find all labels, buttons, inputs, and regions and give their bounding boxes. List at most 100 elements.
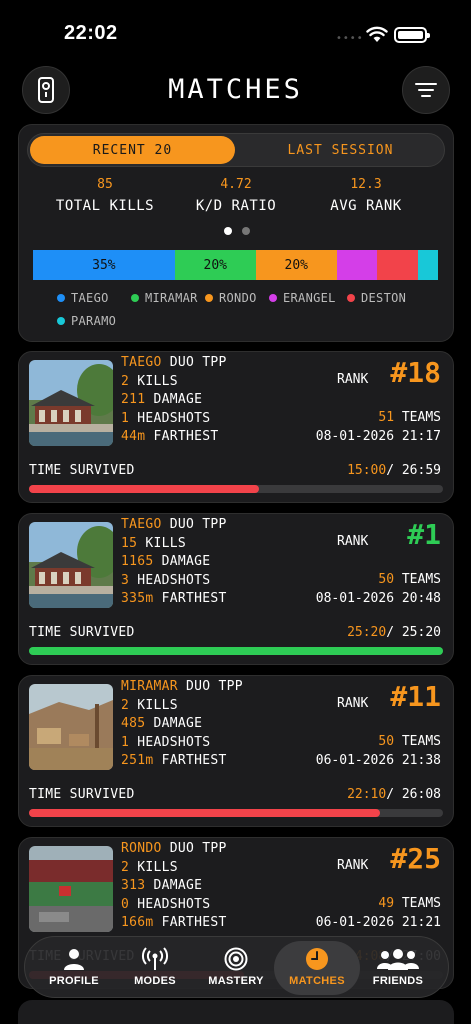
stat-value: 85 <box>97 177 113 192</box>
headshots-value: 1 <box>121 735 130 750</box>
match-card[interactable]: TAEGO DUO TPP 2 KILLS 211 DAMAGE 1 HEADSHOT… <box>18 351 454 503</box>
stat-value: 12.3 <box>350 177 382 192</box>
damage-line: 211 DAMAGE <box>121 392 202 407</box>
map-distribution-bar: 35% 20% 20% <box>33 250 438 280</box>
map-thumbnail <box>29 360 113 446</box>
legend-label: PARAMO <box>71 314 117 328</box>
map-name: TAEGO <box>121 517 162 532</box>
tab-label: PROFILE <box>49 975 99 987</box>
match-mode: DUO TPP <box>186 679 243 694</box>
tab-mastery[interactable]: MASTERY <box>193 941 279 995</box>
status-bar: 22:02 •••• <box>0 0 471 60</box>
distribution-segment-deston <box>377 250 418 280</box>
battery-icon <box>394 27 430 43</box>
damage-value: 313 <box>121 878 146 893</box>
tab-bar: PROFILE MODES MASTERY MATCHES FRIENDS <box>24 936 449 998</box>
survival-progress-track <box>29 485 443 493</box>
match-date: 06-01-2026 21:21 <box>315 915 441 930</box>
damage-line: 313 DAMAGE <box>121 878 202 893</box>
distribution-segment-erangel <box>336 250 378 280</box>
time-survived-values: 22:10/ 26:08 <box>347 787 441 802</box>
teams-line: 51 TEAMS <box>378 410 441 425</box>
farthest-label: FARTHEST <box>153 429 219 444</box>
teams-line: 50 TEAMS <box>378 572 441 587</box>
legend-label: ERANGEL <box>283 291 336 305</box>
tab-label: FRIENDS <box>372 975 424 987</box>
headshots-value: 1 <box>121 411 130 426</box>
legend-dot <box>57 294 65 302</box>
stat-label: TOTAL KILLS <box>55 198 155 214</box>
teams-line: 49 TEAMS <box>378 896 441 911</box>
tab-matches[interactable]: MATCHES <box>274 941 360 995</box>
time-survived: 25:20 <box>347 625 387 640</box>
page-indicator[interactable] <box>19 227 455 235</box>
headshots-label: HEADSHOTS <box>137 735 211 750</box>
teams-label: TEAMS <box>401 896 441 911</box>
map-thumbnail <box>29 684 113 770</box>
time-survived: 15:00 <box>347 463 387 478</box>
tab-friends[interactable]: FRIENDS <box>355 941 441 995</box>
map-name: TAEGO <box>121 355 162 370</box>
rank-label: RANK <box>337 534 369 549</box>
damage-label: DAMAGE <box>153 392 203 407</box>
teams-value: 50 <box>378 572 395 587</box>
rank-value: #18 <box>390 356 441 389</box>
stat-total-kills: 85 TOTAL KILLS <box>35 177 175 214</box>
match-card[interactable]: TAEGO DUO TPP 15 KILLS 1165 DAMAGE 3 HEADSH… <box>18 513 454 665</box>
headshots-value: 3 <box>121 573 130 588</box>
summary-card: RECENT 20 LAST SESSION 85 TOTAL KILLS 4.… <box>18 124 454 342</box>
legend-label: RONDO <box>219 291 257 305</box>
rank-value: #11 <box>390 680 441 713</box>
match-card-peek <box>18 1000 454 1024</box>
target-icon <box>224 947 248 971</box>
tab-profile[interactable]: PROFILE <box>31 941 117 995</box>
teams-value: 50 <box>378 734 395 749</box>
farthest-label: FARTHEST <box>161 915 227 930</box>
teams-value: 49 <box>378 896 395 911</box>
headshots-line: 1 HEADSHOTS <box>121 411 210 426</box>
filter-button[interactable] <box>402 66 450 114</box>
kills-value: 2 <box>121 698 130 713</box>
kills-label: KILLS <box>137 860 178 875</box>
tab-last-session[interactable]: LAST SESSION <box>238 136 443 164</box>
match-title: MIRAMAR DUO TPP <box>121 679 243 694</box>
match-mode: DUO TPP <box>169 517 227 532</box>
survival-progress-fill <box>29 647 443 655</box>
tab-recent-20[interactable]: RECENT 20 <box>30 136 235 164</box>
legend-dot <box>131 294 139 302</box>
match-card[interactable]: MIRAMAR DUO TPP 2 KILLS 485 DAMAGE 1 HEADSH… <box>18 675 454 827</box>
match-title: RONDO DUO TPP <box>121 841 227 856</box>
headshots-line: 1 HEADSHOTS <box>121 735 210 750</box>
damage-value: 1165 <box>121 554 154 569</box>
kills-value: 2 <box>121 860 130 875</box>
time-survived-label: TIME SURVIVED <box>29 625 135 640</box>
stat-label: K/D RATIO <box>195 198 277 214</box>
match-title: TAEGO DUO TPP <box>121 517 227 532</box>
distribution-segment-taego: 35% <box>33 250 175 280</box>
kills-label: KILLS <box>137 698 178 713</box>
teams-label: TEAMS <box>401 572 441 587</box>
person-icon <box>64 949 84 970</box>
cellular-dots: •••• <box>336 33 364 44</box>
page-title: MATCHES <box>168 74 303 105</box>
tab-modes[interactable]: MODES <box>112 941 198 995</box>
map-name: MIRAMAR <box>121 679 178 694</box>
legend-item-paramo: PARAMO <box>57 314 116 328</box>
headshots-label: HEADSHOTS <box>137 573 211 588</box>
farthest-value: 44m <box>121 429 146 444</box>
legend-item-rondo: RONDO <box>205 291 257 305</box>
legend-label: DESTON <box>361 291 407 305</box>
legend-item-deston: DESTON <box>347 291 406 305</box>
time-survived-values: 15:00/ 26:59 <box>347 463 441 478</box>
farthest-line: 335m FARTHEST <box>121 591 227 606</box>
survival-progress-fill <box>29 485 260 493</box>
broadcast-icon <box>142 947 168 970</box>
rank-value: #1 <box>407 518 441 551</box>
farthest-value: 166m <box>121 915 154 930</box>
map-thumbnail <box>29 522 113 608</box>
survival-progress-track <box>29 809 443 817</box>
match-date: 08-01-2026 20:48 <box>315 591 441 606</box>
teams-value: 51 <box>378 410 395 425</box>
wifi-icon <box>366 26 388 42</box>
filter-icon <box>415 83 437 97</box>
